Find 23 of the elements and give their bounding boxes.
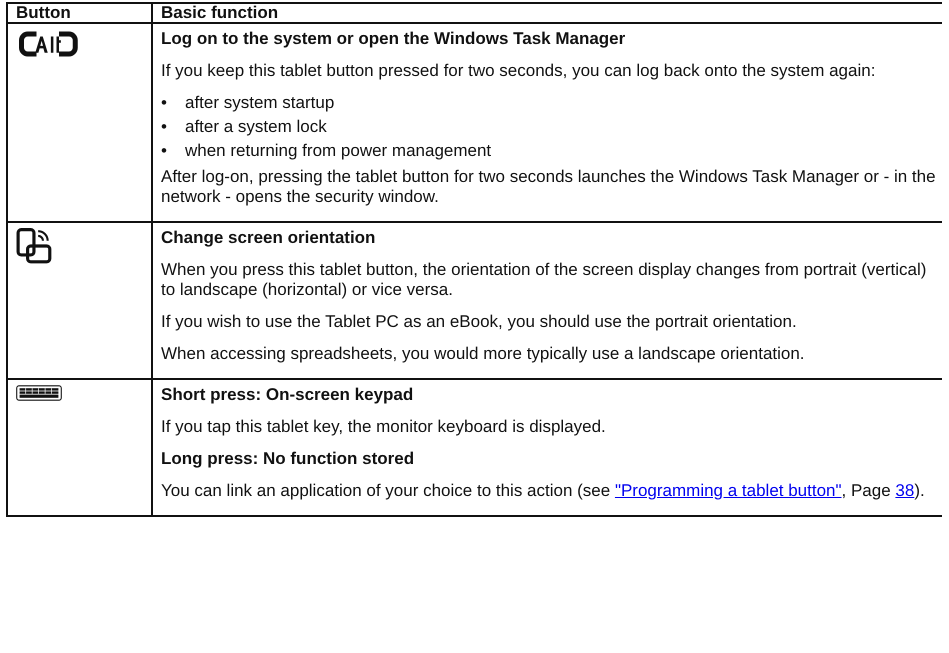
list-item: after a system lock [185,117,327,137]
function-heading: Change screen orientation [161,228,376,248]
bullet-mark: • [161,117,168,137]
function-heading: Log on to the system or open the Windows Task Manager [161,29,626,49]
screen-rotation-icon [16,228,54,264]
list-item: after system startup [185,93,334,113]
paragraph: When accessing spreadsheets, you would more typically use a landscape orientation. [161,344,806,364]
keyboard-icon [16,385,62,401]
paragraph: If you keep this tablet button pressed for two seconds, you can log back onto the system again: [161,61,876,81]
paragraph: If you tap this tablet key, the monitor keyboard is displayed. [161,417,607,437]
paragraph: You can link an application of your choice to this action (see "Programming a tablet button", Page 38). [161,481,926,501]
link[interactable]: "Programming a tablet button" [614,481,842,500]
paragraph: After log-on, pressing the tablet button for two seconds launches the Windows Task Manager or - in the network - opens the security window. [161,167,936,207]
link[interactable]: 38 [895,481,914,500]
function-heading: Long press: No function stored [161,449,416,469]
column-header: Basic function [161,3,278,22]
paragraph: When you press this tablet button, the orientation of the screen display changes from portrait (vertical) to landscape (horizontal) or vice versa. [161,260,928,300]
paragraph: If you wish to use the Tablet PC as an eBook, you should use the portrait orientation. [161,312,798,332]
bullet-mark: • [161,93,168,113]
function-heading: Short press: On-screen keypad [161,385,414,405]
list-item: when returning from power management [185,141,492,161]
column-header: Button [16,3,71,22]
bullet-mark: • [161,141,168,161]
